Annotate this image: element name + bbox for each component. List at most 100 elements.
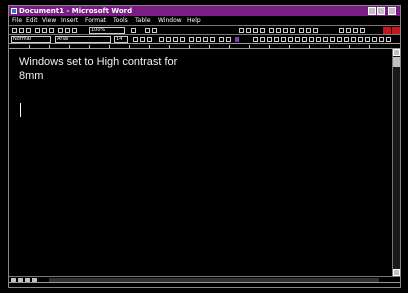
line-color-icon[interactable] — [309, 37, 314, 42]
wordart-icon[interactable] — [330, 37, 335, 42]
bold-icon[interactable] — [133, 37, 138, 42]
align-left-icon[interactable] — [239, 28, 244, 33]
maximize-icon[interactable] — [377, 7, 385, 15]
outdent-icon[interactable] — [203, 37, 208, 42]
columns-icon[interactable] — [346, 28, 351, 33]
font-color-icon[interactable] — [313, 28, 318, 33]
outside-border-icon[interactable] — [219, 37, 224, 42]
bulleted-list-icon[interactable] — [196, 37, 201, 42]
shadow-icon[interactable] — [316, 37, 321, 42]
word-window: Document1 - Microsoft Word File Edit Vie… — [8, 5, 401, 288]
document-map-icon[interactable] — [360, 28, 365, 33]
word-app-icon[interactable] — [11, 8, 17, 14]
new-document-icon[interactable] — [12, 28, 17, 33]
italic-icon[interactable] — [140, 37, 145, 42]
spelling-icon[interactable] — [49, 28, 54, 33]
paste-icon[interactable] — [72, 28, 77, 33]
underline-icon[interactable] — [147, 37, 152, 42]
highlight-icon[interactable] — [306, 28, 311, 33]
menu-view[interactable]: View — [42, 16, 56, 25]
reviewing-icon[interactable] — [386, 37, 391, 42]
menu-help[interactable]: Help — [187, 16, 201, 25]
rectangle-icon[interactable] — [288, 37, 293, 42]
picture-icon[interactable] — [344, 37, 349, 42]
ruler-tick — [229, 45, 230, 48]
tables-icon[interactable] — [339, 28, 344, 33]
cut-icon[interactable] — [58, 28, 63, 33]
menu-window[interactable]: Window — [158, 16, 182, 25]
indent-icon[interactable] — [210, 37, 215, 42]
comment-icon[interactable] — [372, 37, 377, 42]
open-folder-icon[interactable] — [19, 28, 24, 33]
ruler-tick — [329, 45, 330, 48]
track-changes-icon[interactable] — [379, 37, 384, 42]
close-document-icon[interactable] — [392, 27, 400, 34]
ruler-tick — [249, 45, 250, 48]
align-left-format-icon[interactable] — [159, 37, 164, 42]
shapes-icon[interactable] — [267, 37, 272, 42]
menu-insert[interactable]: Insert — [61, 16, 78, 25]
numbering-icon[interactable] — [269, 28, 274, 33]
redo-icon[interactable] — [152, 28, 157, 33]
save-icon[interactable] — [26, 28, 31, 33]
ruler-tick — [209, 45, 210, 48]
borders-icon[interactable] — [299, 28, 304, 33]
symbol-icon[interactable] — [358, 37, 363, 42]
zoom-box[interactable]: 100% — [89, 27, 125, 34]
print-icon[interactable] — [35, 28, 40, 33]
status-bar — [9, 282, 400, 287]
menu-format[interactable]: Format — [85, 16, 106, 25]
numbered-list-icon[interactable] — [189, 37, 194, 42]
title-bar[interactable]: Document1 - Microsoft Word — [9, 6, 400, 16]
drawing-tool-icon[interactable] — [253, 37, 258, 42]
decrease-indent-icon[interactable] — [283, 28, 288, 33]
minimize-icon[interactable] — [368, 7, 376, 15]
justify-format-icon[interactable] — [180, 37, 185, 42]
oval-icon[interactable] — [295, 37, 300, 42]
align-right-icon[interactable] — [253, 28, 258, 33]
increase-indent-icon[interactable] — [290, 28, 295, 33]
font-color-swatch-icon[interactable] — [235, 37, 239, 42]
copy-icon[interactable] — [65, 28, 70, 33]
document-line: Windows set to High contrast for — [19, 56, 178, 68]
print-preview-icon[interactable] — [42, 28, 47, 33]
justify-icon[interactable] — [260, 28, 265, 33]
font-box[interactable]: Arial — [55, 36, 111, 43]
arrow-icon[interactable] — [281, 37, 286, 42]
ruler-tick — [49, 45, 50, 48]
document-text[interactable]: Windows set to High contrast for 8mm — [19, 55, 239, 83]
font-size-box[interactable]: 14 — [114, 36, 128, 43]
align-right-format-icon[interactable] — [173, 37, 178, 42]
menu-file[interactable]: File — [12, 16, 22, 25]
align-center-format-icon[interactable] — [166, 37, 171, 42]
chart-icon[interactable] — [351, 37, 356, 42]
scroll-up-icon[interactable] — [393, 49, 400, 56]
help-icon[interactable] — [131, 28, 136, 33]
line-icon[interactable] — [274, 37, 279, 42]
close-icon[interactable] — [388, 7, 396, 15]
menu-edit[interactable]: Edit — [26, 16, 38, 25]
ruler-tick — [309, 45, 310, 48]
ruler-tick — [269, 45, 270, 48]
bullets-icon[interactable] — [276, 28, 281, 33]
menu-tools[interactable]: Tools — [113, 16, 128, 25]
scroll-thumb[interactable] — [393, 57, 400, 67]
document-area[interactable]: Windows set to High contrast for 8mm — [9, 49, 392, 276]
fill-color-icon[interactable] — [302, 37, 307, 42]
text-box-icon[interactable] — [260, 37, 265, 42]
vertical-scrollbar[interactable] — [392, 49, 400, 276]
scroll-down-icon[interactable] — [393, 269, 400, 276]
clipart-icon[interactable] — [337, 37, 342, 42]
drawing-icon[interactable] — [353, 28, 358, 33]
three-d-icon[interactable] — [323, 37, 328, 42]
menu-table[interactable]: Table — [135, 16, 151, 25]
highlight-format-icon[interactable] — [226, 37, 231, 42]
align-center-icon[interactable] — [246, 28, 251, 33]
equation-icon[interactable] — [365, 37, 370, 42]
standard-toolbar: 100% — [9, 25, 400, 34]
undo-icon[interactable] — [145, 28, 150, 33]
style-box[interactable]: Normal — [11, 36, 51, 43]
office-assistant-icon[interactable] — [383, 27, 391, 34]
ruler-tick — [69, 45, 70, 48]
ruler-tick — [149, 45, 150, 48]
